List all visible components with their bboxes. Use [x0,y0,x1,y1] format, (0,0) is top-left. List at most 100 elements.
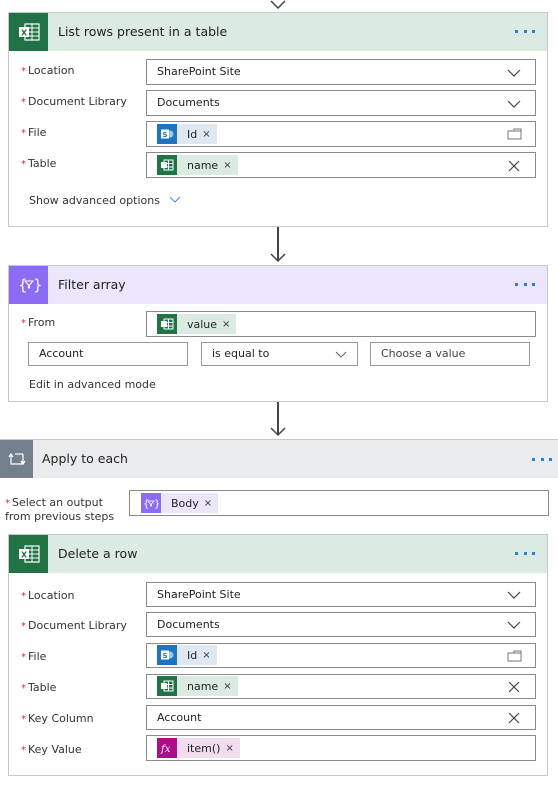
flow-connector-arrow [268,227,288,265]
condition-right-placeholder: Choose a value [381,347,466,360]
svg-text:fx: fx [160,744,171,754]
action-title: Apply to each [42,451,128,466]
remove-token-button[interactable]: × [202,650,210,661]
action-title: Delete a row [58,546,138,561]
key-value-token[interactable]: fx item() × [157,738,240,758]
svg-text:S: S [163,652,168,660]
more-options-button[interactable] [515,547,535,559]
location-value: SharePoint Site [157,65,241,78]
file-input[interactable]: S Id × [146,643,536,668]
svg-text:{: { [18,276,28,294]
file-input[interactable]: S Id × [146,121,536,147]
token-label: Id [187,127,198,141]
from-label: * From [21,316,56,329]
delete-row-header[interactable]: X Delete a row [9,535,547,573]
remove-token-button[interactable]: × [222,319,230,330]
file-token[interactable]: S Id × [157,124,217,144]
token-label: Body [171,496,199,510]
token-label: name [187,158,219,172]
token-label: item() [187,741,221,755]
sharepoint-icon: S [157,124,177,144]
location-label: * Location [21,589,75,602]
more-options-button[interactable] [532,453,552,465]
file-token[interactable]: S Id × [157,645,217,665]
condition-left-input[interactable]: Account [28,342,188,366]
filter-array-icon: { } [9,266,48,304]
select-output-input[interactable]: {} Body × [129,490,549,516]
remove-token-button[interactable]: × [223,160,231,171]
body-token[interactable]: {} Body × [141,493,219,513]
table-input[interactable]: name × [146,674,536,699]
table-input[interactable]: name × [146,152,536,178]
more-options-button[interactable] [515,278,535,290]
remove-token-button[interactable]: × [202,129,210,140]
condition-right-input[interactable]: Choose a value [370,342,530,366]
from-token[interactable]: value × [157,314,237,334]
document-library-label: * Document Library [21,619,127,632]
file-label: * File [21,650,47,663]
more-options-button[interactable] [515,25,535,37]
condition-operator-dropdown[interactable]: is equal to [201,342,358,366]
apply-to-each-header[interactable]: Apply to each [0,439,558,478]
svg-text:S: S [163,131,168,139]
chevron-down-icon[interactable] [507,618,521,632]
file-label: * File [21,126,47,139]
document-library-label: * Document Library [21,95,127,108]
location-dropdown[interactable]: SharePoint Site [146,582,536,607]
excel-icon [157,314,177,334]
table-token[interactable]: name × [157,155,238,175]
key-value-label: * Key Value [21,743,82,756]
edit-advanced-mode-link[interactable]: Edit in advanced mode [29,378,156,391]
table-token[interactable]: name × [157,676,238,696]
action-title: List rows present in a table [58,24,228,39]
key-value-input[interactable]: fx item() × [146,735,536,761]
document-library-dropdown[interactable]: Documents [146,90,536,116]
from-input[interactable]: value × [146,311,536,337]
chevron-down-icon [170,196,181,203]
token-label: Id [187,648,198,662]
document-library-dropdown[interactable]: Documents [146,612,536,637]
remove-token-button[interactable]: × [223,681,231,692]
excel-icon [157,155,177,175]
chevron-down-icon[interactable] [507,66,521,80]
remove-token-button[interactable]: × [204,498,212,509]
token-label: value [187,317,218,331]
filter-array-icon: {} [141,493,161,513]
filter-array-header[interactable]: { } Filter array [9,266,547,304]
key-column-input[interactable]: Account [146,705,536,730]
svg-text:{: { [143,499,149,509]
location-value: SharePoint Site [157,588,241,601]
expression-icon: fx [157,738,177,758]
select-output-label: * Select an output from previous steps [5,496,115,523]
chevron-down-icon[interactable] [507,97,521,111]
excel-icon: X [9,535,48,573]
table-label: * Table [21,681,57,694]
folder-icon[interactable] [507,127,522,141]
close-icon[interactable] [507,159,521,173]
location-label: * Location [21,64,75,77]
svg-text:X: X [21,551,28,560]
loop-icon [0,440,33,478]
condition-left-value: Account [39,347,84,360]
delete-row-action-card: X Delete a row * Location SharePoint Site… [8,534,548,776]
filter-array-action-card: { } Filter array *From value × Account is… [8,265,548,402]
condition-operator-value: is equal to [212,347,270,360]
chevron-down-icon[interactable] [335,348,349,362]
location-dropdown[interactable]: SharePoint Site [146,59,536,85]
svg-text:}: } [154,499,159,509]
sharepoint-icon: S [157,645,177,665]
chevron-down-icon[interactable] [507,588,521,602]
flow-connector-arrow [268,402,288,439]
document-library-value: Documents [157,96,220,109]
flow-connector-arrow [268,0,288,12]
token-label: name [187,679,219,693]
list-rows-action-card: X List rows present in a table * Location… [8,12,548,227]
remove-token-button[interactable]: × [225,743,233,754]
key-column-label: * Key Column [21,712,94,725]
list-rows-header[interactable]: X List rows present in a table [9,13,547,51]
show-advanced-options-link[interactable]: Show advanced options [29,194,181,207]
folder-icon[interactable] [507,649,522,663]
close-icon[interactable] [507,680,521,694]
action-title: Filter array [58,277,126,292]
close-icon[interactable] [507,711,521,725]
